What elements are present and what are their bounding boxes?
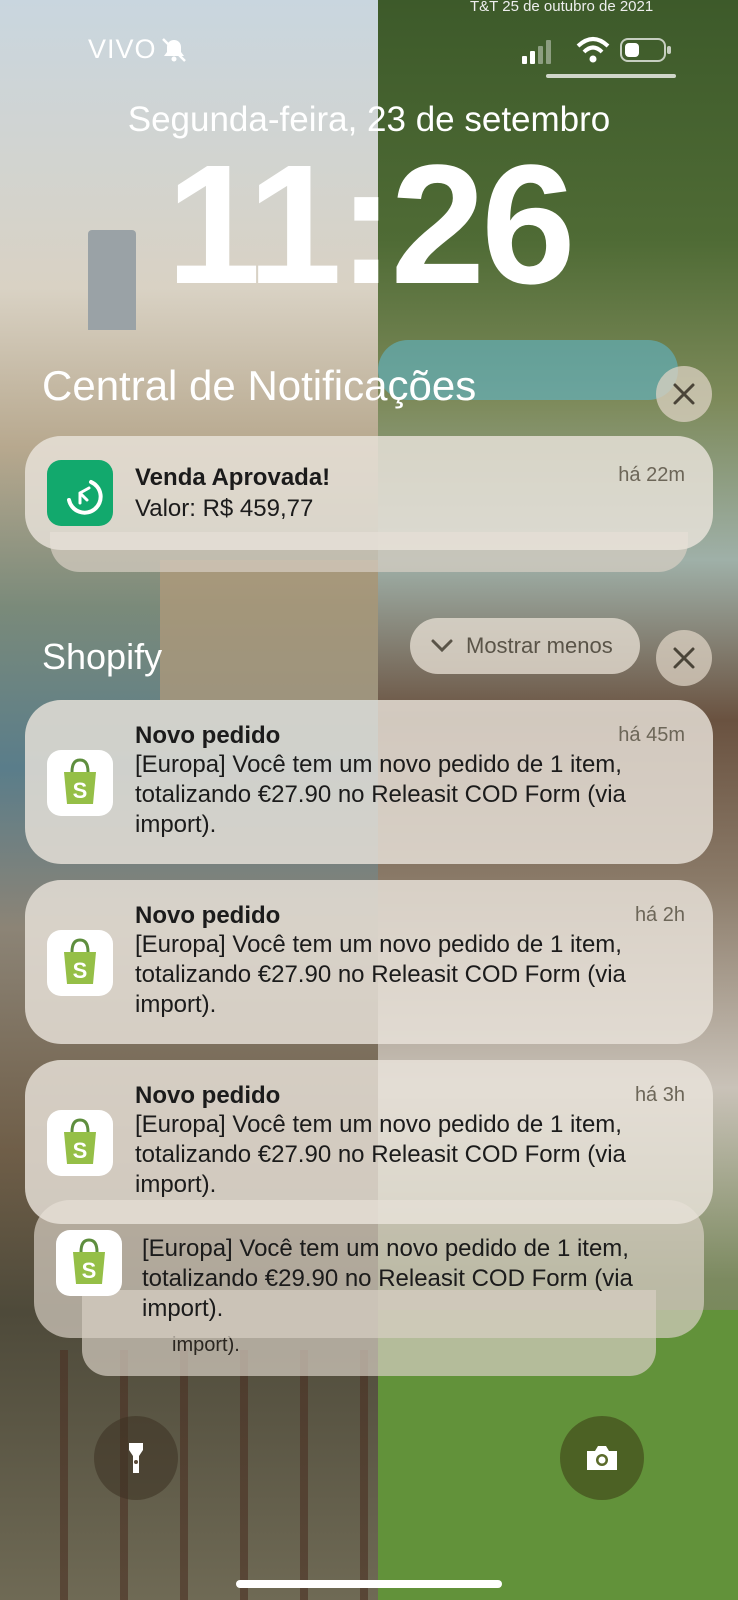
svg-text:S: S: [82, 1258, 97, 1283]
notification-time: há 45m: [618, 724, 685, 746]
notification-title: Novo pedido: [135, 722, 281, 749]
status-bar: T&T 25 de outubro de 2021 VIVO: [0, 0, 738, 100]
carrier-label: VIVO: [88, 34, 157, 64]
shopify-group-title: Shopify: [42, 636, 163, 677]
notification-title: Venda Aprovada!: [135, 464, 331, 491]
shopify-notification-1[interactable]: S Novo pedido há 45m [Europa] Você tem u…: [25, 700, 713, 864]
home-indicator[interactable]: [236, 1580, 502, 1588]
shopify-notification-2[interactable]: S Novo pedido há 2h [Europa] Você tem um…: [25, 880, 713, 1044]
notification-time: há 3h: [634, 1084, 685, 1106]
flashlight-button[interactable]: [94, 1416, 178, 1500]
shopify-bag-icon: S: [47, 750, 113, 816]
shopify-notification-3[interactable]: S Novo pedido há 3h [Europa] Você tem um…: [25, 1060, 713, 1224]
notification-body: Valor: R$ 459,77: [135, 495, 314, 522]
svg-text:S: S: [73, 778, 88, 803]
notification-title: Novo pedido: [135, 902, 281, 929]
signal-icon: [522, 40, 551, 64]
notification-body: [Europa] Você tem um novo pedido de 1 it…: [135, 931, 626, 1018]
clear-notifications-button[interactable]: [656, 366, 712, 422]
notification-body: [Europa] Você tem um novo pedido de 1 it…: [142, 1235, 633, 1322]
notification-center-title: Central de Notificações: [42, 362, 477, 409]
notification-body: [Europa] Você tem um novo pedido de 1 it…: [135, 1111, 626, 1198]
lockscreen-time: 11:26: [166, 130, 575, 320]
wifi-icon: [576, 37, 610, 63]
close-icon: [673, 647, 695, 669]
svg-text:S: S: [73, 958, 88, 983]
notification-title: Novo pedido: [135, 1082, 281, 1109]
camera-button[interactable]: [560, 1416, 644, 1500]
wallpaper-caption: T&T 25 de outubro de 2021: [470, 0, 654, 15]
sale-notification[interactable]: Venda Aprovada! Valor: R$ 459,77 há 22m: [25, 436, 713, 550]
notification-time: há 2h: [634, 904, 685, 926]
battery-icon: [620, 38, 671, 62]
clear-shopify-button[interactable]: [656, 630, 712, 686]
camera-icon: [587, 1446, 617, 1470]
show-less-label: Mostrar menos: [466, 633, 613, 658]
notification-body: [Europa] Você tem um novo pedido de 1 it…: [135, 751, 626, 838]
shopify-bag-icon: S: [47, 1110, 113, 1176]
svg-text:S: S: [73, 1138, 88, 1163]
status-indicator-strip: [546, 74, 676, 78]
close-icon: [673, 383, 695, 405]
shopify-bag-icon: S: [47, 930, 113, 996]
bell-muted-icon: [162, 38, 186, 62]
notification-time: há 22m: [618, 464, 685, 486]
flashlight-icon: [129, 1443, 143, 1473]
shopify-bag-icon: S: [56, 1230, 122, 1296]
sale-app-icon: [47, 460, 113, 526]
show-less-button[interactable]: Mostrar menos: [410, 618, 640, 674]
chevron-down-icon: [431, 639, 453, 653]
